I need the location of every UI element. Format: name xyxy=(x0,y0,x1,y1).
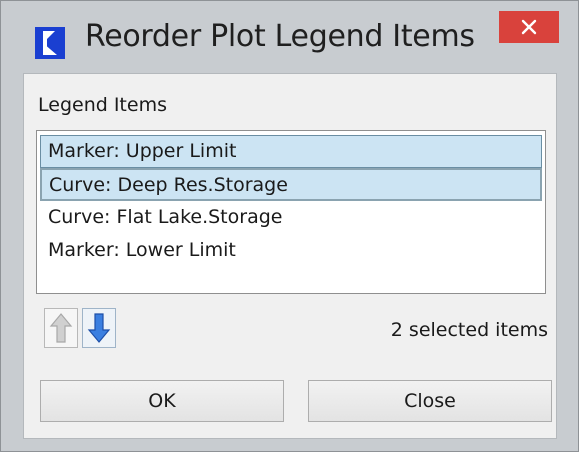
legend-items-label: Legend Items xyxy=(38,94,167,116)
arrow-up-icon xyxy=(49,313,73,343)
move-down-button[interactable] xyxy=(82,308,116,348)
list-item[interactable]: Curve: Deep Res.Storage xyxy=(40,168,542,201)
window-close-button[interactable] xyxy=(499,11,559,43)
close-button[interactable]: Close xyxy=(308,380,552,422)
close-icon xyxy=(521,19,537,35)
move-up-button[interactable] xyxy=(44,308,78,348)
list-item[interactable]: Marker: Upper Limit xyxy=(40,135,542,168)
window-title: Reorder Plot Legend Items xyxy=(85,19,475,54)
title-bar[interactable]: Reorder Plot Legend Items xyxy=(1,1,578,73)
arrow-down-icon xyxy=(87,313,111,343)
legend-items-list[interactable]: Marker: Upper Limit Curve: Deep Res.Stor… xyxy=(36,130,546,294)
selection-count-status: 2 selected items xyxy=(390,319,548,341)
dialog-window: Reorder Plot Legend Items Legend Items M… xyxy=(0,0,579,452)
list-item[interactable]: Marker: Lower Limit xyxy=(40,234,542,267)
ok-button[interactable]: OK xyxy=(40,380,284,422)
dialog-body: Legend Items Marker: Upper Limit Curve: … xyxy=(23,73,557,439)
riverware-r-icon xyxy=(35,27,65,59)
list-item[interactable]: Curve: Flat Lake.Storage xyxy=(40,201,542,234)
